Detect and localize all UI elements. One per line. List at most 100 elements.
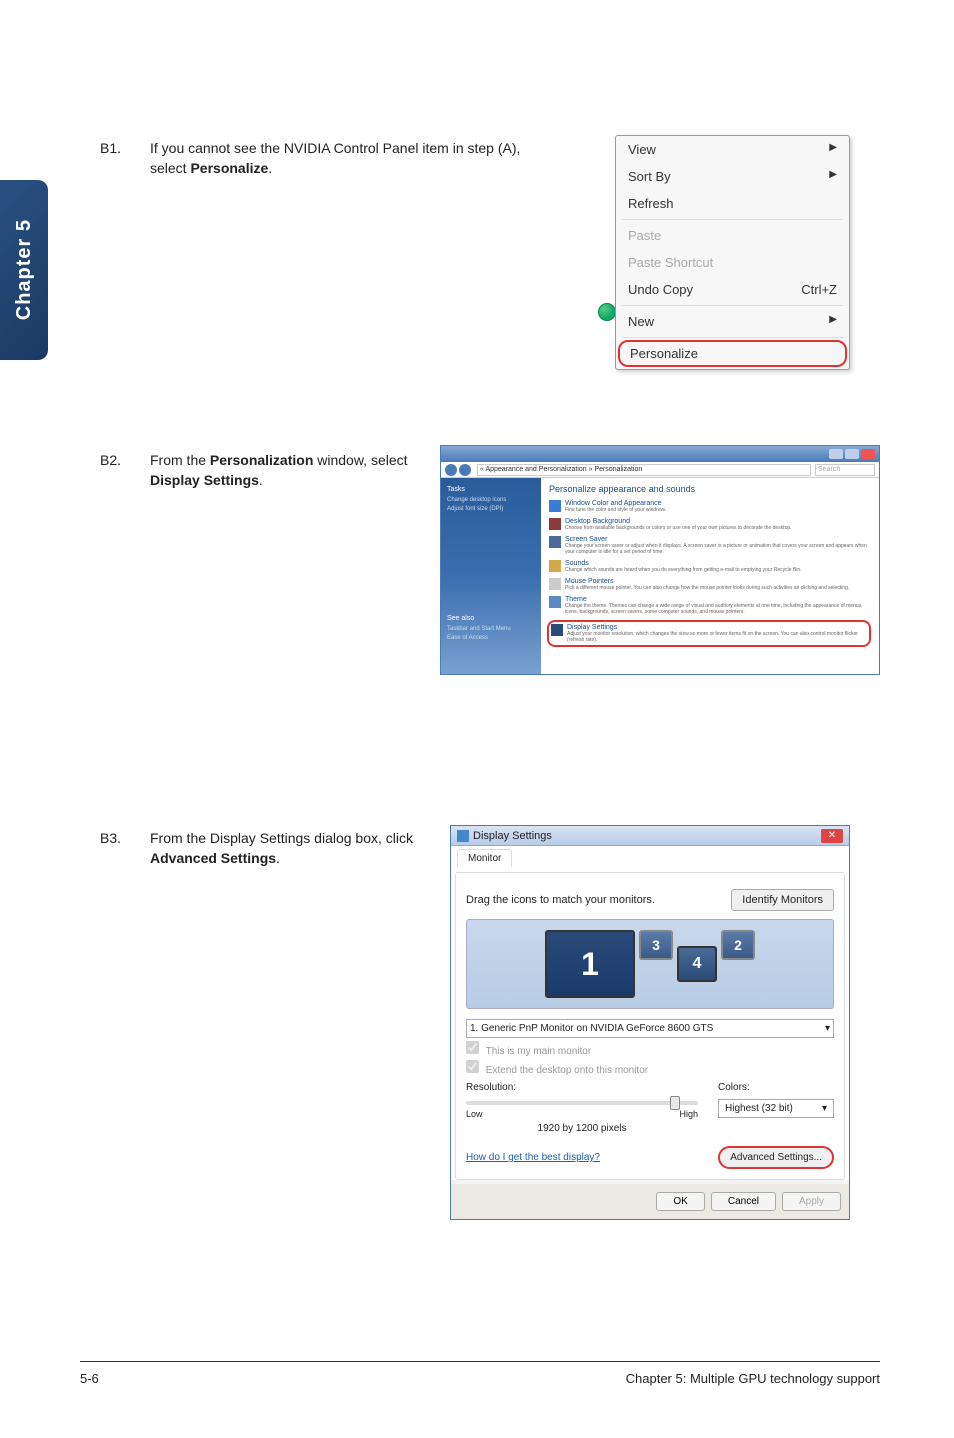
- monitor-arrangement-area[interactable]: 1 3 4 2: [466, 919, 834, 1009]
- pers-main-title: Personalize appearance and sounds: [549, 484, 871, 494]
- search-input[interactable]: Search: [815, 464, 875, 476]
- pi-title-1: Desktop Background: [565, 518, 792, 525]
- chapter-tab: Chapter 5: [0, 180, 48, 360]
- chk-main-row: This is my main monitor: [466, 1041, 834, 1057]
- back-button[interactable]: [445, 464, 457, 476]
- ctx-paste-label: Paste: [628, 228, 661, 243]
- close-button[interactable]: [861, 449, 875, 459]
- window-color-icon: [549, 500, 561, 512]
- pi-desc-0: Fine tune the color and style of your wi…: [565, 507, 666, 513]
- pi-desc-5: Change the theme. Themes can change a wi…: [565, 603, 871, 615]
- ctx-personalize-label: Personalize: [630, 346, 698, 361]
- pers-titlebar: [441, 446, 879, 462]
- b3-post: .: [276, 850, 280, 866]
- ctx-refresh-label: Refresh: [628, 196, 674, 211]
- step-b2-text: From the Personalization window, select …: [150, 450, 430, 491]
- pi-title-3: Sounds: [565, 560, 802, 567]
- main-monitor-checkbox: [466, 1041, 479, 1054]
- pers-address-bar: « Appearance and Personalization » Perso…: [441, 462, 879, 478]
- monitor-tab[interactable]: Monitor: [457, 849, 512, 867]
- step-b3-num: B3.: [100, 828, 150, 869]
- step-b1-text: If you cannot see the NVIDIA Control Pan…: [150, 138, 560, 179]
- ok-button[interactable]: OK: [656, 1192, 704, 1211]
- ctx-undo-copy[interactable]: Undo Copy Ctrl+Z: [616, 276, 849, 303]
- ctx-view[interactable]: View ▶: [616, 136, 849, 163]
- monitor-select[interactable]: 1. Generic PnP Monitor on NVIDIA GeForce…: [466, 1019, 834, 1038]
- pers-item-sounds[interactable]: Sounds Change which sounds are heard whe…: [549, 560, 871, 573]
- pers-item-window-color[interactable]: Window Color and Appearance Fine tune th…: [549, 500, 871, 513]
- pers-item-mouse[interactable]: Mouse Pointers Pick a different mouse po…: [549, 578, 871, 591]
- monitor-select-value: 1. Generic PnP Monitor on NVIDIA GeForce…: [470, 1023, 713, 1034]
- breadcrumb[interactable]: « Appearance and Personalization » Perso…: [477, 464, 811, 476]
- step-b2-wrap: B2. From the Personalization window, sel…: [100, 450, 430, 511]
- ctx-undocopy-label: Undo Copy: [628, 282, 693, 297]
- colors-select[interactable]: Highest (32 bit) ▾: [718, 1099, 834, 1118]
- display-settings-dialog: Display Settings ✕ Monitor Drag the icon…: [450, 825, 850, 1220]
- cancel-button[interactable]: Cancel: [711, 1192, 776, 1211]
- personalize-icon: [598, 303, 616, 321]
- step-b1: B1. If you cannot see the NVIDIA Control…: [100, 138, 560, 179]
- page-number: 5-6: [80, 1371, 99, 1386]
- advanced-settings-button[interactable]: Advanced Settings...: [718, 1146, 834, 1169]
- chevron-down-icon: ▾: [822, 1103, 827, 1114]
- apply-button: Apply: [782, 1192, 841, 1211]
- pers-body: Tasks Change desktop icons Adjust font s…: [441, 478, 879, 674]
- step-b2-num: B2.: [100, 450, 150, 491]
- screensaver-icon: [549, 536, 561, 548]
- ctx-sortby-label: Sort By: [628, 169, 671, 184]
- identify-monitors-button[interactable]: Identify Monitors: [731, 889, 834, 911]
- see-link-1[interactable]: Taskbar and Start Menu: [447, 626, 535, 632]
- resolution-slider[interactable]: [466, 1101, 698, 1105]
- breadcrumb-text: « Appearance and Personalization » Perso…: [480, 466, 642, 473]
- pi-title-5: Theme: [565, 596, 871, 603]
- step-b2: B2. From the Personalization window, sel…: [100, 450, 430, 491]
- monitor-4[interactable]: 4: [677, 946, 717, 982]
- extend-desktop-checkbox: [466, 1060, 479, 1073]
- ctx-new-label: New: [628, 314, 654, 329]
- maximize-button[interactable]: [845, 449, 859, 459]
- personalization-window: « Appearance and Personalization » Perso…: [440, 445, 880, 675]
- chevron-right-icon: ▶: [829, 314, 837, 329]
- chevron-right-icon: ▶: [829, 142, 837, 157]
- ctx-sort-by[interactable]: Sort By ▶: [616, 163, 849, 190]
- task-link-2[interactable]: Adjust font size (DPI): [447, 506, 535, 512]
- pers-item-screensaver[interactable]: Screen Saver Change your screen saver or…: [549, 536, 871, 555]
- step-b3: B3. From the Display Settings dialog box…: [100, 828, 440, 869]
- see-also-title: See also: [447, 615, 535, 622]
- slider-low: Low: [466, 1109, 483, 1119]
- forward-button[interactable]: [459, 464, 471, 476]
- see-link-2[interactable]: Ease of Access: [447, 635, 535, 641]
- colors-label: Colors:: [718, 1082, 834, 1093]
- slider-thumb[interactable]: [670, 1096, 680, 1110]
- monitor-3[interactable]: 3: [639, 930, 673, 960]
- pers-item-theme[interactable]: Theme Change the theme. Themes can chang…: [549, 596, 871, 615]
- chapter-title: Chapter 5: Multiple GPU technology suppo…: [626, 1371, 880, 1386]
- disp-body: Drag the icons to match your monitors. I…: [455, 872, 845, 1180]
- drag-label: Drag the icons to match your monitors.: [466, 894, 655, 906]
- pi-desc-6: Adjust your monitor resolution, which ch…: [567, 631, 867, 643]
- monitor-1[interactable]: 1: [545, 930, 635, 998]
- help-link[interactable]: How do I get the best display?: [466, 1152, 600, 1163]
- pers-item-display-settings[interactable]: Display Settings Adjust your monitor res…: [547, 620, 871, 647]
- ctx-new[interactable]: New ▶: [616, 308, 849, 335]
- monitor-2[interactable]: 2: [721, 930, 755, 960]
- b2-mid: window, select: [313, 452, 407, 468]
- pi-title-4: Mouse Pointers: [565, 578, 849, 585]
- minimize-button[interactable]: [829, 449, 843, 459]
- pi-desc-3: Change which sounds are heard when you d…: [565, 567, 802, 573]
- chapter-tab-label: Chapter 5: [13, 219, 36, 320]
- task-link-1[interactable]: Change desktop icons: [447, 497, 535, 503]
- desktop-context-menu: View ▶ Sort By ▶ Refresh Paste Paste Sho…: [615, 135, 850, 370]
- chevron-down-icon: ▾: [825, 1023, 830, 1034]
- pi-title-6: Display Settings: [567, 624, 867, 631]
- close-button[interactable]: ✕: [821, 829, 843, 843]
- desktop-bg-icon: [549, 518, 561, 530]
- pers-item-desktop-bg[interactable]: Desktop Background Choose from available…: [549, 518, 871, 531]
- chk-main-label: This is my main monitor: [486, 1046, 592, 1057]
- step-b1-bold: Personalize: [190, 160, 268, 176]
- sounds-icon: [549, 560, 561, 572]
- ctx-refresh[interactable]: Refresh: [616, 190, 849, 217]
- step-b1-post: .: [268, 160, 272, 176]
- ctx-personalize[interactable]: Personalize: [618, 340, 847, 367]
- chk-extend-label: Extend the desktop onto this monitor: [486, 1065, 648, 1076]
